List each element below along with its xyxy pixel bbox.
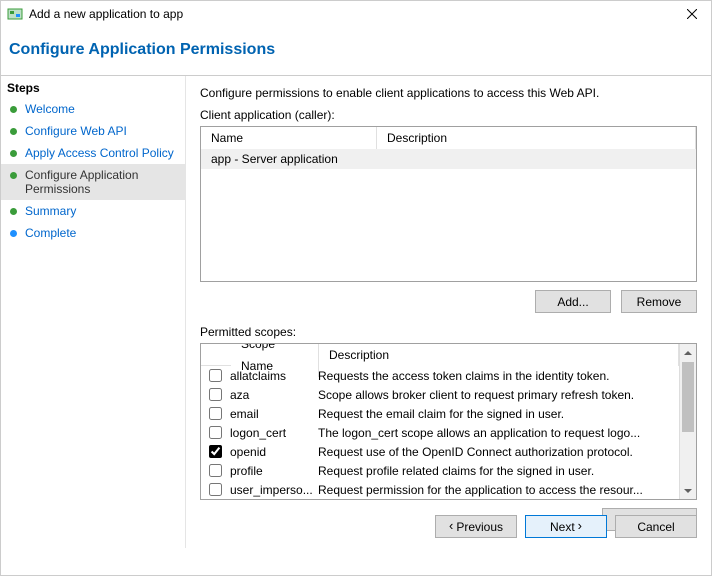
scope-row[interactable]: profileRequest profile related claims fo…	[201, 461, 679, 480]
scope-name: email	[230, 407, 318, 421]
scope-row[interactable]: azaScope allows broker client to request…	[201, 385, 679, 404]
client-app-name: app - Server application	[201, 152, 377, 166]
scope-row[interactable]: emailRequest the email claim for the sig…	[201, 404, 679, 423]
scope-name: openid	[230, 445, 318, 459]
step-bullet-icon	[7, 125, 19, 137]
scope-checkbox[interactable]	[209, 445, 222, 458]
client-app-table[interactable]: Name Description app - Server applicatio…	[200, 126, 697, 282]
scope-name: logon_cert	[230, 426, 318, 440]
step-summary[interactable]: Summary	[1, 200, 185, 222]
step-welcome[interactable]: Welcome	[1, 98, 185, 120]
scope-name: allatclaims	[230, 369, 318, 383]
page-heading: Configure Application Permissions	[1, 27, 711, 75]
scope-checkbox[interactable]	[209, 426, 222, 439]
step-bullet-icon	[7, 205, 19, 217]
client-app-row[interactable]: app - Server application	[201, 149, 696, 169]
scope-checkbox[interactable]	[209, 388, 222, 401]
scope-name: user_imperso...	[230, 483, 318, 497]
close-button[interactable]	[679, 4, 705, 24]
cancel-button[interactable]: Cancel	[615, 515, 697, 538]
previous-label: Previous	[456, 520, 503, 534]
step-bullet-icon	[7, 169, 19, 181]
scopes-label: Permitted scopes:	[200, 325, 697, 343]
scroll-down-button[interactable]	[680, 482, 696, 499]
remove-button[interactable]: Remove	[621, 290, 697, 313]
scope-description: Request profile related claims for the s…	[318, 464, 679, 478]
add-button[interactable]: Add...	[535, 290, 611, 313]
scope-row[interactable]: logon_certThe logon_cert scope allows an…	[201, 423, 679, 442]
scroll-thumb[interactable]	[682, 362, 694, 432]
scope-description: The logon_cert scope allows an applicati…	[318, 426, 679, 440]
scopes-table[interactable]: Scope Name Description allatclaimsReques…	[200, 343, 697, 500]
step-configure-web-api[interactable]: Configure Web API	[1, 120, 185, 142]
next-button[interactable]: Next	[525, 515, 607, 538]
scope-description: Scope allows broker client to request pr…	[318, 388, 679, 402]
chevron-up-icon	[684, 349, 692, 357]
client-app-label: Client application (caller):	[200, 108, 697, 126]
hint-text: Configure permissions to enable client a…	[200, 84, 697, 108]
step-label: Summary	[25, 204, 76, 218]
scope-description: Request use of the OpenID Connect author…	[318, 445, 679, 459]
scope-row[interactable]: openidRequest use of the OpenID Connect …	[201, 442, 679, 461]
step-label: Configure Web API	[25, 124, 127, 138]
scope-description: Requests the access token claims in the …	[318, 369, 679, 383]
scope-name: aza	[230, 388, 318, 402]
scope-checkbox[interactable]	[209, 369, 222, 382]
step-label: Welcome	[25, 102, 75, 116]
step-bullet-icon	[7, 227, 19, 239]
col-header-scope-description[interactable]: Description	[319, 344, 679, 366]
step-bullet-icon	[7, 103, 19, 115]
scroll-up-button[interactable]	[680, 344, 696, 361]
scope-checkbox[interactable]	[209, 483, 222, 496]
steps-sidebar: Steps Welcome Configure Web API Apply Ac…	[1, 76, 186, 548]
sidebar-header: Steps	[1, 78, 185, 98]
wizard-footer: Previous Next Cancel	[435, 515, 697, 538]
col-header-description[interactable]: Description	[377, 127, 696, 149]
col-header-name[interactable]: Name	[201, 127, 377, 149]
step-configure-permissions[interactable]: Configure Application Permissions	[1, 164, 185, 200]
step-access-control[interactable]: Apply Access Control Policy	[1, 142, 185, 164]
close-icon	[687, 9, 697, 19]
step-complete[interactable]: Complete	[1, 222, 185, 244]
scope-checkbox[interactable]	[209, 407, 222, 420]
scope-description: Request the email claim for the signed i…	[318, 407, 679, 421]
step-label: Apply Access Control Policy	[25, 146, 174, 160]
previous-button[interactable]: Previous	[435, 515, 517, 538]
scopes-scrollbar[interactable]	[679, 344, 696, 499]
app-icon	[7, 6, 23, 22]
chevron-down-icon	[684, 487, 692, 495]
step-label: Configure Application Permissions	[25, 168, 179, 196]
window-title: Add a new application to app	[29, 7, 679, 21]
step-label: Complete	[25, 226, 76, 240]
content-panel: Configure permissions to enable client a…	[186, 76, 711, 548]
scope-name: profile	[230, 464, 318, 478]
scope-row[interactable]: user_imperso...Request permission for th…	[201, 480, 679, 499]
title-bar: Add a new application to app	[1, 1, 711, 27]
next-label: Next	[550, 520, 575, 534]
scope-checkbox[interactable]	[209, 464, 222, 477]
scope-row[interactable]: allatclaimsRequests the access token cla…	[201, 366, 679, 385]
step-bullet-icon	[7, 147, 19, 159]
scope-description: Request permission for the application t…	[318, 483, 679, 497]
